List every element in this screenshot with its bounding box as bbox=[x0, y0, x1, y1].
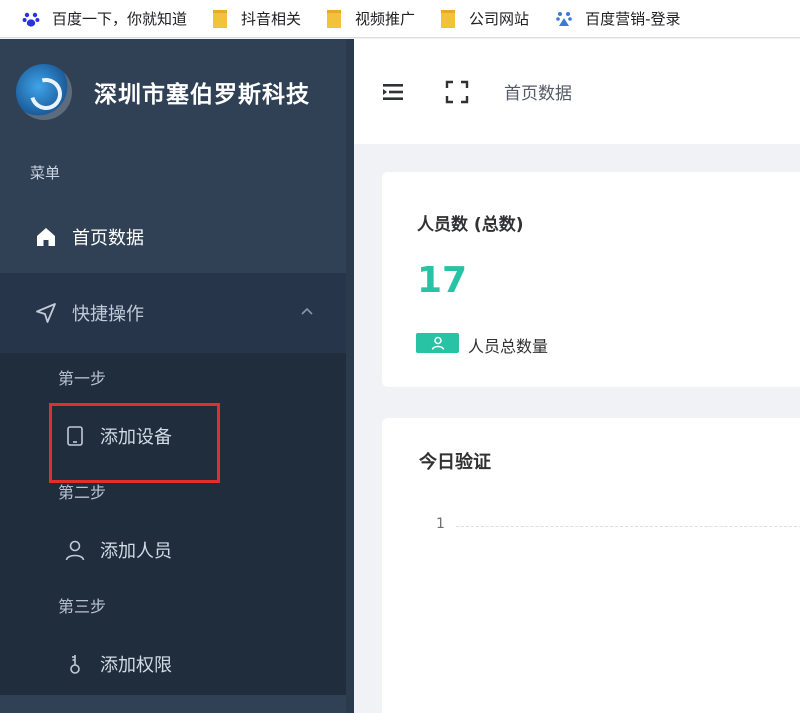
verify-card: 今日验证 1 bbox=[382, 418, 800, 713]
menu-caption: 菜单 bbox=[30, 164, 61, 182]
user-icon bbox=[431, 336, 444, 350]
breadcrumb[interactable]: 首页数据 bbox=[504, 79, 572, 104]
brand-title: 深圳市塞伯罗斯科技 bbox=[94, 82, 310, 108]
sidebar-item-home[interactable]: 首页数据 bbox=[0, 201, 346, 273]
fullscreen-icon[interactable] bbox=[444, 79, 470, 105]
bookmark-label: 视频推广 bbox=[355, 10, 416, 28]
brand: 深圳市塞伯罗斯科技 bbox=[0, 39, 346, 145]
menu-toggle-icon[interactable] bbox=[380, 79, 406, 105]
step-label: 第三步 bbox=[58, 597, 107, 616]
quick-actions-submenu: 第一步 添加设备 第二步 添加人员 第三步 添加权限 bbox=[0, 353, 346, 695]
people-badge bbox=[416, 333, 459, 353]
step-label: 第二步 bbox=[58, 483, 107, 502]
folder-icon bbox=[441, 9, 456, 28]
bookmark-label: 百度一下，你就知道 bbox=[52, 10, 188, 28]
sidebar-item-quick-actions[interactable]: 快捷操作 bbox=[0, 273, 346, 353]
home-icon bbox=[37, 228, 55, 246]
user-icon bbox=[65, 540, 85, 561]
sidebar-item-label: 快捷操作 bbox=[72, 304, 144, 325]
bookmark-baidu-marketing[interactable]: 百度营销-登录 bbox=[555, 8, 680, 29]
step-label: 第一步 bbox=[58, 369, 107, 388]
card-title: 今日验证 bbox=[419, 452, 491, 473]
stats-card-people: 人员数 (总数) 17 人员总数量 bbox=[382, 172, 800, 387]
folder-icon bbox=[213, 9, 228, 28]
sidebar-item-label: 首页数据 bbox=[72, 228, 144, 249]
people-count: 17 bbox=[417, 260, 468, 301]
chevron-up-icon bbox=[301, 307, 313, 315]
y-axis-tick: 1 bbox=[436, 516, 445, 532]
baidu-paw-icon bbox=[22, 12, 40, 27]
company-logo bbox=[16, 64, 72, 120]
bookmark-douyin[interactable]: 抖音相关 bbox=[213, 8, 301, 29]
sidebar-divider bbox=[346, 39, 354, 713]
sidebar-item-label: 添加人员 bbox=[100, 541, 172, 562]
bookmark-baidu[interactable]: 百度一下，你就知道 bbox=[22, 8, 187, 29]
card-title: 人员数 (总数) bbox=[417, 215, 524, 235]
badge-label: 人员总数量 bbox=[468, 337, 549, 356]
bookmark-label: 公司网站 bbox=[469, 10, 530, 28]
sidebar-item-label: 添加设备 bbox=[100, 427, 172, 448]
tablet-icon bbox=[67, 426, 83, 446]
sidebar-item-add-permission[interactable]: 添加权限 bbox=[0, 633, 346, 695]
sidebar-item-add-person[interactable]: 添加人员 bbox=[0, 519, 346, 581]
bookmark-video[interactable]: 视频推广 bbox=[327, 8, 415, 29]
sidebar-item-label: 添加权限 bbox=[100, 655, 172, 676]
bookmark-label: 百度营销-登录 bbox=[585, 10, 681, 28]
key-icon bbox=[70, 655, 80, 674]
baidu-marketing-icon bbox=[556, 11, 572, 26]
sidebar-item-add-device[interactable]: 添加设备 bbox=[0, 405, 346, 467]
navigation-arrow-icon bbox=[36, 303, 56, 323]
top-header: 首页数据 bbox=[354, 39, 800, 144]
bookmarks-bar: 百度一下，你就知道 抖音相关 视频推广 公司网站 百度营销-登录 bbox=[0, 0, 800, 38]
folder-icon bbox=[327, 9, 342, 28]
chart-gridline bbox=[456, 526, 800, 527]
bookmark-company[interactable]: 公司网站 bbox=[441, 8, 529, 29]
bookmark-label: 抖音相关 bbox=[241, 10, 302, 28]
sidebar: 深圳市塞伯罗斯科技 菜单 首页数据 快捷操作 第一步 添加设备 第二步 添加人员… bbox=[0, 39, 346, 713]
